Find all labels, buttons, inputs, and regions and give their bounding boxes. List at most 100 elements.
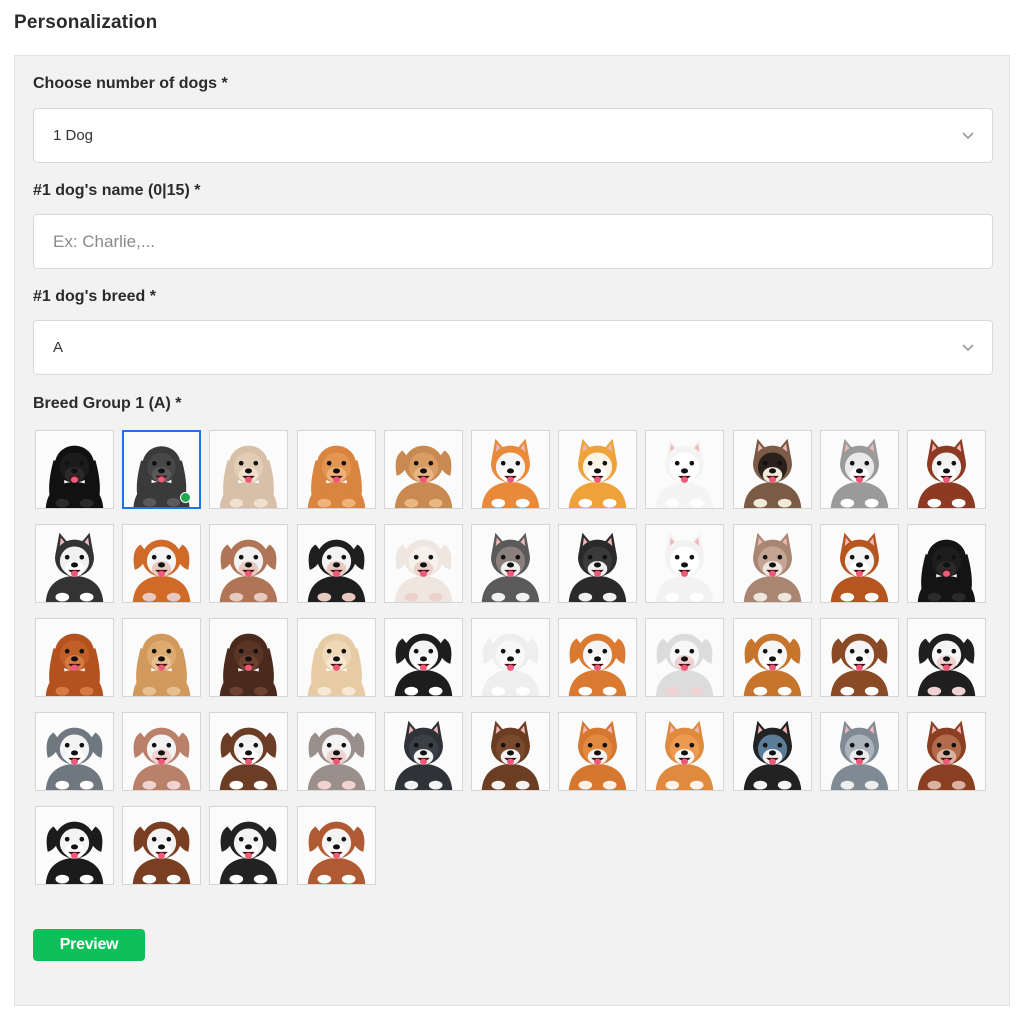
dog-portrait-icon — [821, 619, 898, 696]
breed-option-tile[interactable] — [122, 618, 201, 697]
chevron-down-icon — [962, 132, 974, 140]
breed-option-tile[interactable] — [558, 712, 637, 791]
dog-portrait-icon — [210, 713, 287, 790]
breed-option-tile[interactable] — [471, 524, 550, 603]
breed-option-tile[interactable] — [35, 806, 114, 885]
breed-option-tile[interactable] — [122, 806, 201, 885]
breed-option-tile[interactable] — [297, 618, 376, 697]
breed-option-tile[interactable] — [820, 618, 899, 697]
dog-portrait-icon — [298, 807, 375, 884]
dog-portrait-icon — [298, 525, 375, 602]
breed-option-tile[interactable] — [35, 430, 114, 509]
breed-option-tile[interactable] — [907, 524, 986, 603]
dog-count-value: 1 Dog — [53, 127, 94, 144]
dog-portrait-icon — [472, 525, 549, 602]
breed-option-tile[interactable] — [384, 524, 463, 603]
breed-option-tile[interactable] — [907, 618, 986, 697]
dog-breed-value: A — [53, 339, 64, 356]
dog-portrait-icon — [298, 431, 375, 508]
breed-option-tile[interactable] — [733, 712, 812, 791]
breed-option-tile[interactable] — [820, 712, 899, 791]
breed-option-tile[interactable] — [645, 430, 724, 509]
breed-option-tile[interactable] — [122, 430, 201, 509]
dog-portrait-icon — [908, 619, 985, 696]
breed-option-tile[interactable] — [733, 618, 812, 697]
breed-option-tile[interactable] — [35, 618, 114, 697]
dog-portrait-icon — [646, 431, 723, 508]
dog-portrait-icon — [559, 431, 636, 508]
dog-breed-select[interactable]: A — [33, 320, 993, 375]
dog-count-label: Choose number of dogs * — [33, 75, 228, 92]
dog-portrait-icon — [210, 431, 287, 508]
dog-portrait-icon — [36, 619, 113, 696]
dog-portrait-icon — [123, 619, 200, 696]
dog-portrait-icon — [210, 525, 287, 602]
breed-option-tile[interactable] — [297, 712, 376, 791]
breed-option-tile[interactable] — [471, 430, 550, 509]
breed-option-tile[interactable] — [558, 524, 637, 603]
dog-portrait-icon — [646, 525, 723, 602]
breed-option-tile[interactable] — [35, 524, 114, 603]
dog-portrait-icon — [559, 525, 636, 602]
dog-portrait-icon — [908, 525, 985, 602]
dog-portrait-icon — [559, 713, 636, 790]
breed-option-tile[interactable] — [209, 618, 288, 697]
breed-option-tile[interactable] — [209, 430, 288, 509]
dog-portrait-icon — [123, 807, 200, 884]
breed-option-tile[interactable] — [645, 524, 724, 603]
breed-option-tile[interactable] — [907, 430, 986, 509]
dog-portrait-icon — [210, 619, 287, 696]
breed-option-tile[interactable] — [384, 618, 463, 697]
dog-portrait-icon — [908, 431, 985, 508]
dog-portrait-icon — [821, 713, 898, 790]
breed-option-tile[interactable] — [558, 430, 637, 509]
selected-check-icon — [180, 492, 191, 503]
breed-option-tile[interactable] — [297, 524, 376, 603]
dog-portrait-icon — [908, 713, 985, 790]
breed-option-tile[interactable] — [209, 712, 288, 791]
dog-portrait-icon — [385, 713, 462, 790]
dog-portrait-icon — [123, 525, 200, 602]
breed-group-label: Breed Group 1 (A) * — [33, 395, 182, 412]
dog-portrait-icon — [734, 431, 811, 508]
page-title: Personalization — [14, 12, 158, 33]
dog-portrait-icon — [385, 619, 462, 696]
breed-option-tile[interactable] — [558, 618, 637, 697]
dog-portrait-icon — [385, 431, 462, 508]
dog-portrait-icon — [472, 619, 549, 696]
dog-portrait-icon — [298, 713, 375, 790]
breed-option-tile[interactable] — [471, 618, 550, 697]
breed-option-tile[interactable] — [297, 430, 376, 509]
breed-option-tile[interactable] — [907, 712, 986, 791]
dog-portrait-icon — [821, 431, 898, 508]
breed-option-tile[interactable] — [384, 430, 463, 509]
dog-name-input[interactable]: Ex: Charlie,... — [33, 214, 993, 269]
dog-portrait-icon — [472, 431, 549, 508]
breed-option-tile[interactable] — [733, 430, 812, 509]
breed-option-tile[interactable] — [733, 524, 812, 603]
breed-option-tile[interactable] — [645, 712, 724, 791]
dog-portrait-icon — [734, 713, 811, 790]
dog-portrait-icon — [36, 713, 113, 790]
dog-portrait-icon — [559, 619, 636, 696]
dog-portrait-icon — [646, 619, 723, 696]
breed-option-tile[interactable] — [35, 712, 114, 791]
breed-option-tile[interactable] — [645, 618, 724, 697]
breed-option-tile[interactable] — [820, 430, 899, 509]
chevron-down-icon — [962, 344, 974, 352]
breed-option-tile[interactable] — [122, 524, 201, 603]
breed-option-tile[interactable] — [471, 712, 550, 791]
dog-portrait-icon — [36, 807, 113, 884]
breed-option-tile[interactable] — [297, 806, 376, 885]
dog-portrait-icon — [123, 713, 200, 790]
breed-option-tile[interactable] — [820, 524, 899, 603]
breed-option-tile[interactable] — [384, 712, 463, 791]
breed-option-tile[interactable] — [122, 712, 201, 791]
dog-portrait-icon — [472, 713, 549, 790]
dog-count-select[interactable]: 1 Dog — [33, 108, 993, 163]
breed-option-tile[interactable] — [209, 806, 288, 885]
dog-portrait-icon — [734, 525, 811, 602]
dog-portrait-icon — [821, 525, 898, 602]
preview-button[interactable]: Preview — [33, 929, 145, 961]
breed-option-tile[interactable] — [209, 524, 288, 603]
